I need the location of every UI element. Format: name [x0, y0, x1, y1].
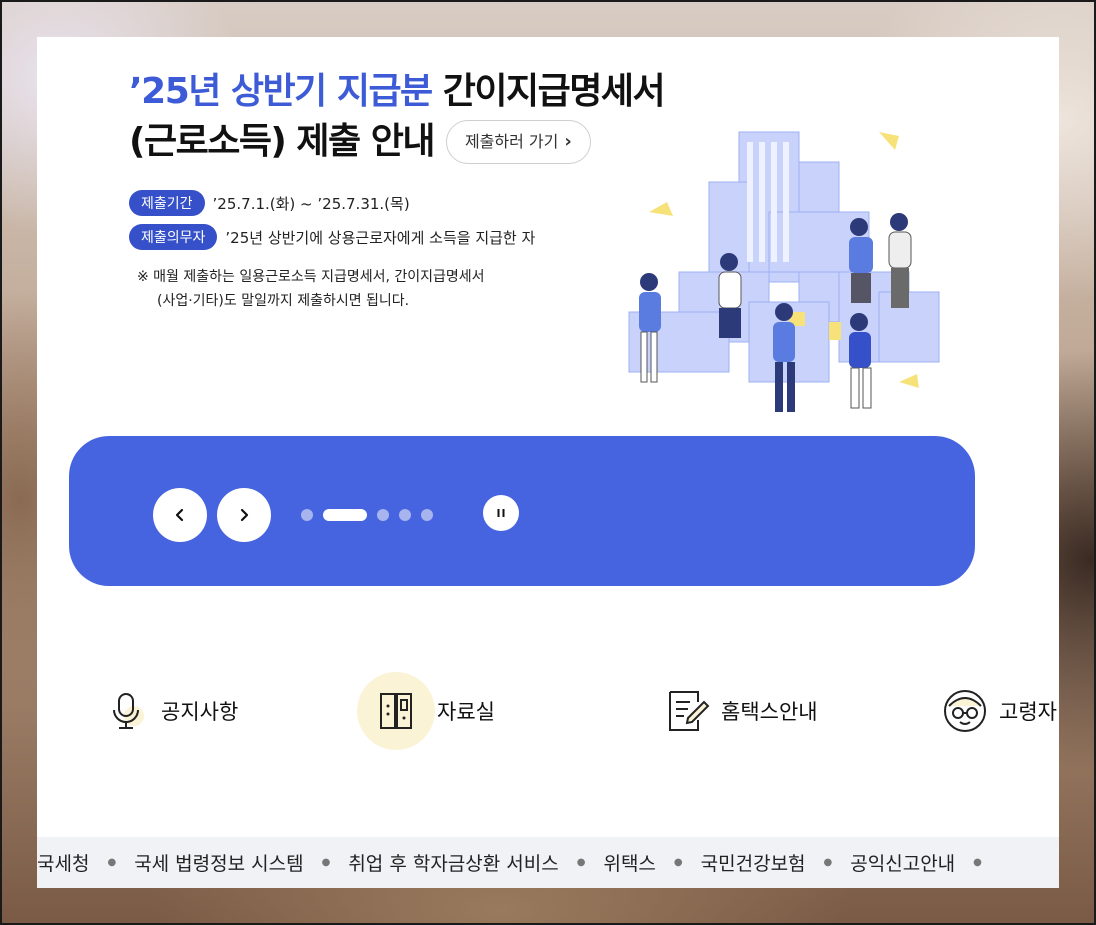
separator-dot: ● — [673, 857, 683, 868]
slider-dot[interactable] — [377, 509, 389, 521]
quick-link-label: 홈택스안내 — [721, 700, 818, 724]
footer-link[interactable]: 국세청 — [37, 849, 89, 876]
slider-pause-button[interactable] — [483, 495, 519, 531]
banner-title-highlight: ’25년 상반기 지급분 — [129, 71, 433, 112]
footer-link[interactable]: 취업 후 학자금상환 서비스 — [348, 849, 558, 876]
footer-link[interactable]: 공익신고안내 — [850, 849, 955, 876]
banner-title-line2-row: (근로소득) 제출 안내 제출하러 가기 › — [129, 117, 664, 167]
main-panel: ’25년 상반기 지급분 간이지급명세서 (근로소득) 제출 안내 제출하러 가… — [37, 37, 1059, 888]
slider-dot-active[interactable] — [323, 509, 367, 521]
separator-dot: ● — [576, 857, 586, 868]
quick-link-archive[interactable]: 자료실 — [357, 671, 495, 751]
go-submit-label: 제출하러 가기 — [464, 132, 559, 151]
elder-icon — [933, 679, 997, 743]
office-illustration — [628, 131, 940, 412]
microphone-icon — [95, 679, 159, 743]
footer-link[interactable]: 국세 법령정보 시스템 — [134, 849, 303, 876]
banner-title: ’25년 상반기 지급분 간이지급명세서 (근로소득) 제출 안내 제출하러 가… — [129, 67, 666, 167]
period-row: 제출기간 ’25.7.1.(화) ~ ’25.7.31.(목) — [129, 189, 535, 217]
chevron-left-icon — [175, 508, 184, 522]
chevron-right-icon — [240, 508, 249, 522]
chevron-right-icon: › — [564, 131, 572, 152]
slider-pagination — [301, 509, 443, 521]
slider-prev-button[interactable] — [153, 488, 207, 542]
slider-dot[interactable] — [301, 509, 313, 521]
duty-value: ’25년 상반기에 상용근로자에게 소득을 지급한 자 — [225, 228, 536, 247]
banner-title-line1: ’25년 상반기 지급분 간이지급명세서 — [129, 67, 666, 117]
duty-row: 제출의무자 ’25년 상반기에 상용근로자에게 소득을 지급한 자 — [129, 223, 535, 251]
slider-next-button[interactable] — [217, 488, 271, 542]
slider-dot[interactable] — [399, 509, 411, 521]
slider-controls-bar — [69, 436, 975, 586]
banner-title-line2: (근로소득) 제출 안내 — [129, 121, 435, 162]
quick-link-label: 자료실 — [437, 700, 495, 724]
footer-links: 국세청 ● 국세 법령정보 시스템 ● 취업 후 학자금상환 서비스 ● 위택스… — [37, 837, 1059, 888]
separator-dot: ● — [823, 857, 833, 868]
slider-dot[interactable] — [421, 509, 433, 521]
banner-note: ※ 매월 제출하는 일용근로소득 지급명세서, 간이지급명세서 (사업·기타)도… — [137, 265, 485, 313]
quick-link-label: 고령자 — [999, 700, 1057, 724]
archive-icon — [357, 672, 435, 750]
note-line2: (사업·기타)도 말일까지 제출하시면 됩니다. — [157, 293, 410, 309]
banner-info: 제출기간 ’25.7.1.(화) ~ ’25.7.31.(목) 제출의무자 ’2… — [129, 189, 535, 257]
go-submit-button[interactable]: 제출하러 가기 › — [445, 120, 591, 164]
quick-link-label: 공지사항 — [161, 700, 239, 724]
banner-title-rest: 간이지급명세서 — [431, 71, 666, 112]
document-edit-icon — [655, 679, 719, 743]
footer-link[interactable]: 국민건강보험 — [701, 849, 806, 876]
period-value: ’25.7.1.(화) ~ ’25.7.31.(목) — [212, 194, 410, 213]
separator-dot: ● — [321, 857, 331, 868]
footer-link[interactable]: 위택스 — [603, 849, 655, 876]
quick-link-hometax-guide[interactable]: 홈택스안내 — [655, 671, 818, 751]
duty-badge: 제출의무자 — [129, 224, 218, 250]
separator-dot: ● — [107, 857, 117, 868]
pause-icon — [497, 509, 505, 517]
quick-link-elder[interactable]: 고령자 — [933, 671, 1057, 751]
quick-link-notice[interactable]: 공지사항 — [95, 671, 238, 751]
period-badge: 제출기간 — [129, 190, 205, 216]
separator-dot: ● — [973, 857, 982, 868]
note-line1: ※ 매월 제출하는 일용근로소득 지급명세서, 간이지급명세서 — [137, 269, 485, 285]
